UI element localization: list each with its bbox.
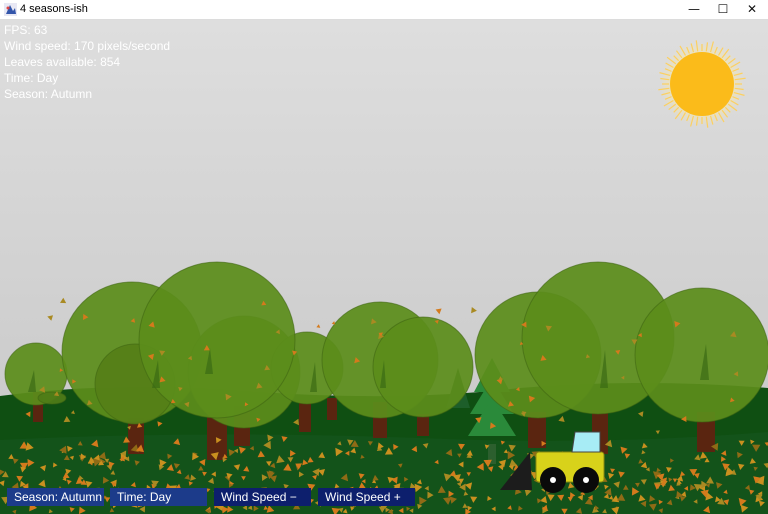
app-icon — [4, 3, 17, 16]
window-title: 4 seasons-ish — [20, 3, 88, 15]
time-button[interactable]: Time: Day — [110, 488, 207, 506]
leaves-available-readout: Leaves available: 854 — [4, 55, 121, 69]
maximize-button[interactable]: ☐ — [707, 0, 739, 19]
fps-readout: FPS: 63 — [4, 23, 48, 37]
season-button[interactable]: Season: Autumn — [7, 488, 104, 506]
close-button[interactable]: ✕ — [736, 0, 768, 19]
hud-panel: FPS: 63 Wind speed: 170 pixels/second Le… — [4, 22, 170, 102]
title-bar: 4 seasons-ish — ☐ ✕ — [0, 0, 768, 20]
wind-speed-decrease-button[interactable]: Wind Speed − — [214, 488, 311, 506]
wind-speed-increase-button[interactable]: Wind Speed + — [318, 488, 415, 506]
game-window: 4 seasons-ish — ☐ ✕ FPS: 63 Wind speed: … — [0, 0, 768, 514]
season-readout: Season: Autumn — [4, 87, 93, 101]
time-readout: Time: Day — [4, 71, 59, 85]
minimize-button[interactable]: — — [678, 0, 710, 19]
wind-speed-readout: Wind speed: 170 pixels/second — [4, 39, 171, 53]
